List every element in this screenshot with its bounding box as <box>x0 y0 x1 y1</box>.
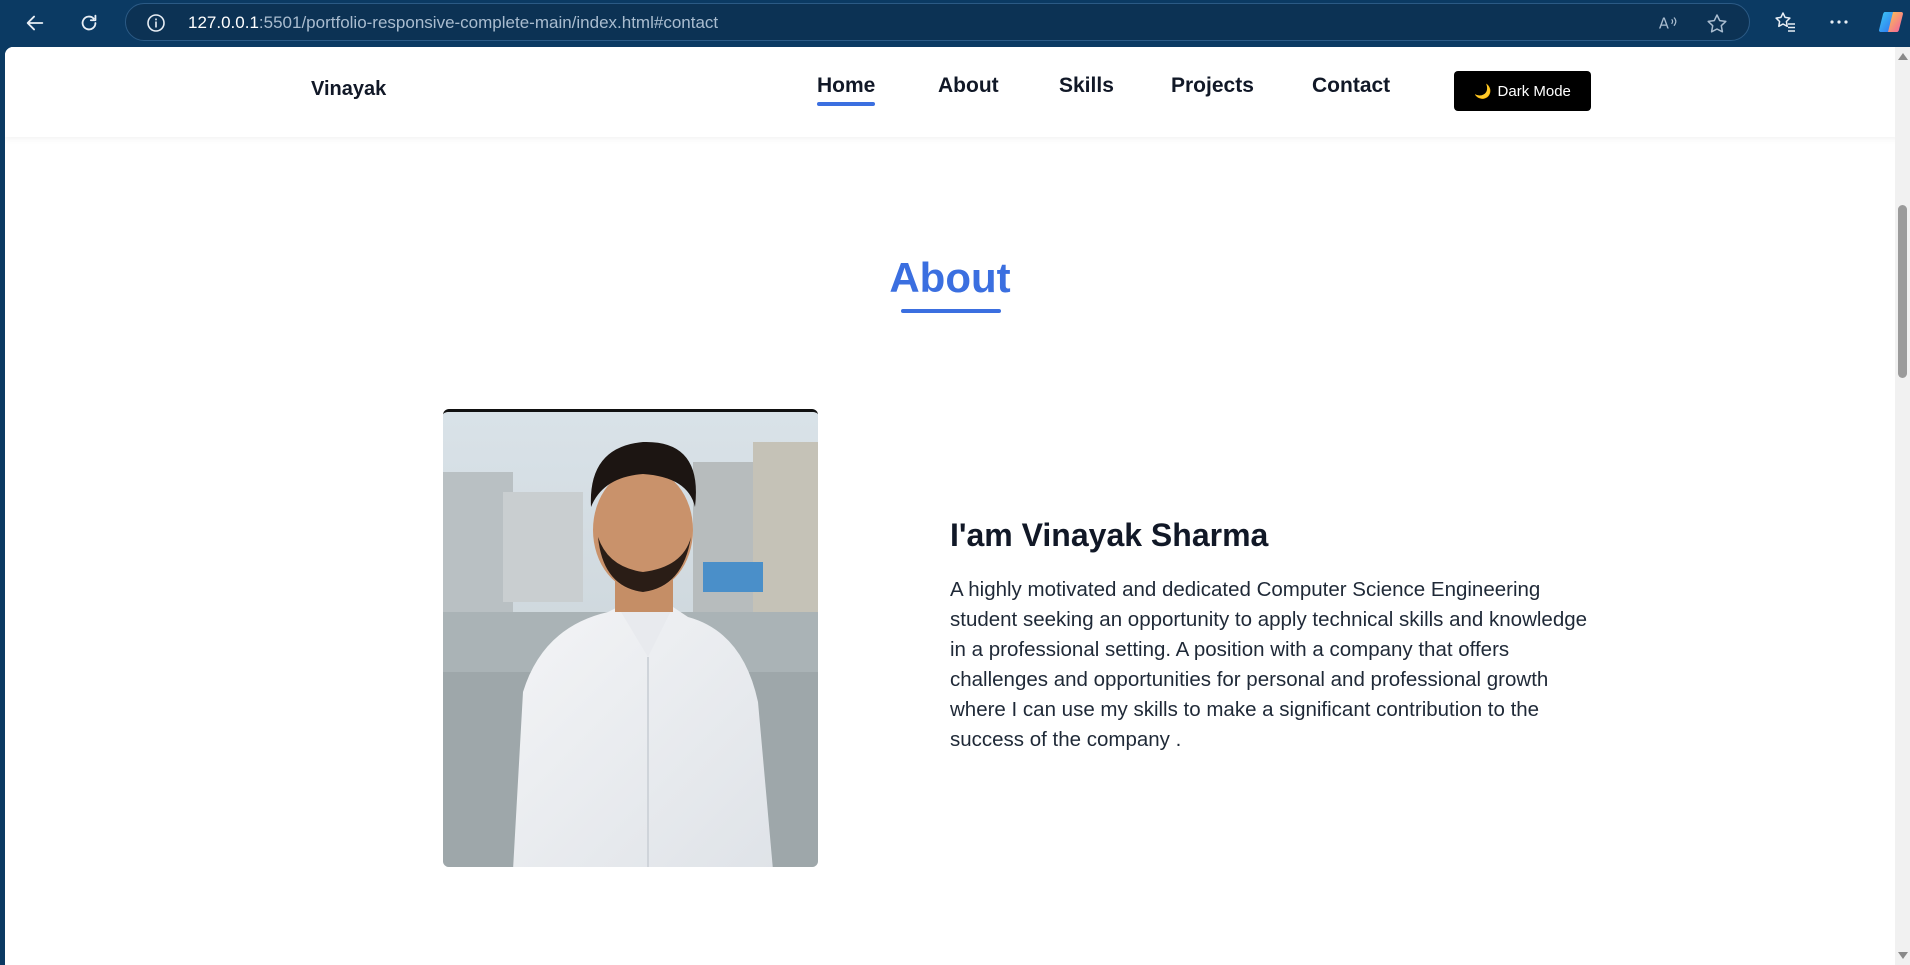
site-navbar: Vinayak Home About Skills Projects Conta… <box>5 47 1900 137</box>
moon-icon: 🌙 <box>1474 82 1492 99</box>
reload-icon[interactable] <box>67 1 111 45</box>
url-text: 127.0.0.1:5501/portfolio-responsive-comp… <box>188 13 718 33</box>
back-arrow-icon[interactable] <box>13 1 57 45</box>
profile-photo <box>443 409 818 867</box>
dark-mode-label: Dark Mode <box>1497 82 1571 100</box>
nav-link-projects[interactable]: Projects <box>1171 74 1254 98</box>
title-underline <box>901 309 1001 313</box>
scrollbar-thumb[interactable] <box>1898 205 1907 378</box>
about-heading: I'am Vinayak Sharma <box>950 517 1269 553</box>
nav-link-skills[interactable]: Skills <box>1059 74 1114 98</box>
browser-toolbar: 127.0.0.1:5501/portfolio-responsive-comp… <box>0 0 1910 45</box>
copilot-icon[interactable] <box>1877 8 1905 36</box>
favorite-star-icon[interactable] <box>1705 12 1729 36</box>
info-icon[interactable] <box>146 13 166 33</box>
nav-link-home[interactable]: Home <box>817 74 876 106</box>
site-logo[interactable]: Vinayak <box>311 78 386 101</box>
nav-link-about[interactable]: About <box>938 74 999 98</box>
read-aloud-icon[interactable]: A <box>1657 12 1679 34</box>
section-title: About <box>889 254 1011 301</box>
nav-link-contact[interactable]: Contact <box>1312 74 1390 98</box>
address-bar[interactable]: 127.0.0.1:5501/portfolio-responsive-comp… <box>125 3 1750 41</box>
url-path: :5501/portfolio-responsive-complete-main… <box>258 13 719 32</box>
scroll-up-icon[interactable] <box>1898 53 1908 60</box>
more-icon[interactable] <box>1825 8 1853 36</box>
url-host: 127.0.0.1 <box>188 13 259 32</box>
svg-text:A: A <box>1659 16 1669 33</box>
page-viewport: Vinayak Home About Skills Projects Conta… <box>5 47 1910 965</box>
about-description: A highly motivated and dedicated Compute… <box>950 578 1588 751</box>
page-scrollbar[interactable] <box>1895 47 1910 965</box>
scroll-down-icon[interactable] <box>1898 952 1908 959</box>
favorites-icon[interactable] <box>1771 8 1799 36</box>
dark-mode-button[interactable]: 🌙 Dark Mode <box>1454 71 1591 111</box>
